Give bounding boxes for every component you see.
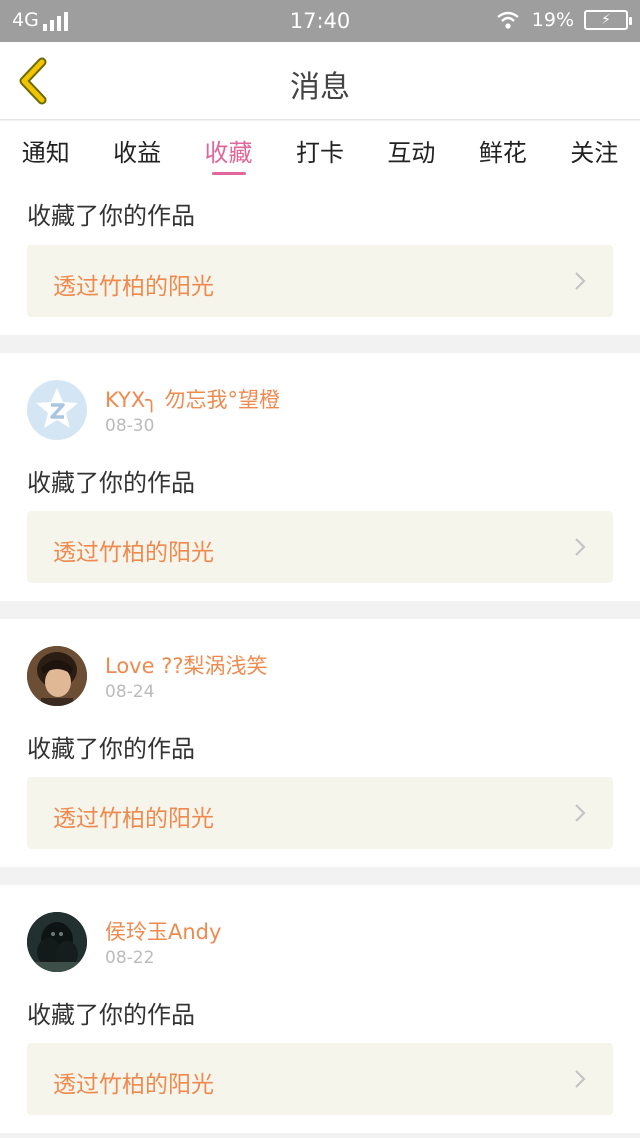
avatar[interactable] [27,380,87,440]
tab-interaction[interactable]: 互动 [366,121,457,179]
action-text: 收藏了你的作品 [27,1001,195,1029]
tab-notice[interactable]: 通知 [0,121,91,179]
tab-bar: 通知 收益 收藏 打卡 互动 鲜花 关注 [0,121,640,179]
work-link[interactable]: 透过竹柏的阳光 [27,1043,613,1115]
status-bar: 4G 17:40 19% ⚡ [0,0,640,42]
user-name[interactable]: KYX╮ 勿忘我°望橙 [105,384,280,414]
list-item: KYX╮ 勿忘我°望橙 08-30 收藏了你的作品 透过竹柏的阳光 [0,353,640,601]
wifi-icon [497,11,519,29]
tab-flowers[interactable]: 鲜花 [457,121,548,179]
work-title: 透过竹柏的阳光 [53,806,214,832]
item-date: 08-30 [105,416,155,436]
work-link[interactable]: 透过竹柏的阳光 [27,245,613,317]
list-item: 收藏了你的作品 透过竹柏的阳光 [0,179,640,335]
action-text: 收藏了你的作品 [27,735,195,763]
action-text: 收藏了你的作品 [27,469,195,497]
user-name[interactable]: 侯玲玉Andy [105,916,221,946]
work-title: 透过竹柏的阳光 [53,1072,214,1098]
list-item: 侯玲玉Andy 08-22 收藏了你的作品 透过竹柏的阳光 [0,885,640,1133]
default-avatar-icon [36,388,78,428]
avatar[interactable] [27,646,87,706]
tab-checkin[interactable]: 打卡 [274,121,365,179]
battery-percent: 19% [531,9,574,31]
status-right: 19% ⚡ [496,9,632,31]
chevron-right-icon [575,272,586,290]
avatar[interactable] [27,912,87,972]
chevron-right-icon [575,804,586,822]
work-link[interactable]: 透过竹柏的阳光 [27,777,613,849]
work-title: 透过竹柏的阳光 [53,274,214,300]
work-title: 透过竹柏的阳光 [53,540,214,566]
nav-bar: 消息 [0,42,640,120]
chevron-right-icon [575,538,586,556]
work-link[interactable]: 透过竹柏的阳光 [27,511,613,583]
tab-follow[interactable]: 关注 [549,121,640,179]
photo-avatar-image [27,912,87,972]
tab-earnings[interactable]: 收益 [91,121,182,179]
chevron-right-icon [575,1070,586,1088]
item-date: 08-24 [105,682,155,702]
list-item: Love ??梨涡浅笑 08-24 收藏了你的作品 透过竹柏的阳光 [0,619,640,867]
photo-avatar-image [27,646,87,706]
battery-icon: ⚡ [584,10,632,30]
page-title: 消息 [290,70,350,105]
item-date: 08-22 [105,948,155,968]
user-name[interactable]: Love ??梨涡浅笑 [105,650,268,680]
action-text: 收藏了你的作品 [27,202,195,230]
tab-favorites[interactable]: 收藏 [183,121,274,179]
